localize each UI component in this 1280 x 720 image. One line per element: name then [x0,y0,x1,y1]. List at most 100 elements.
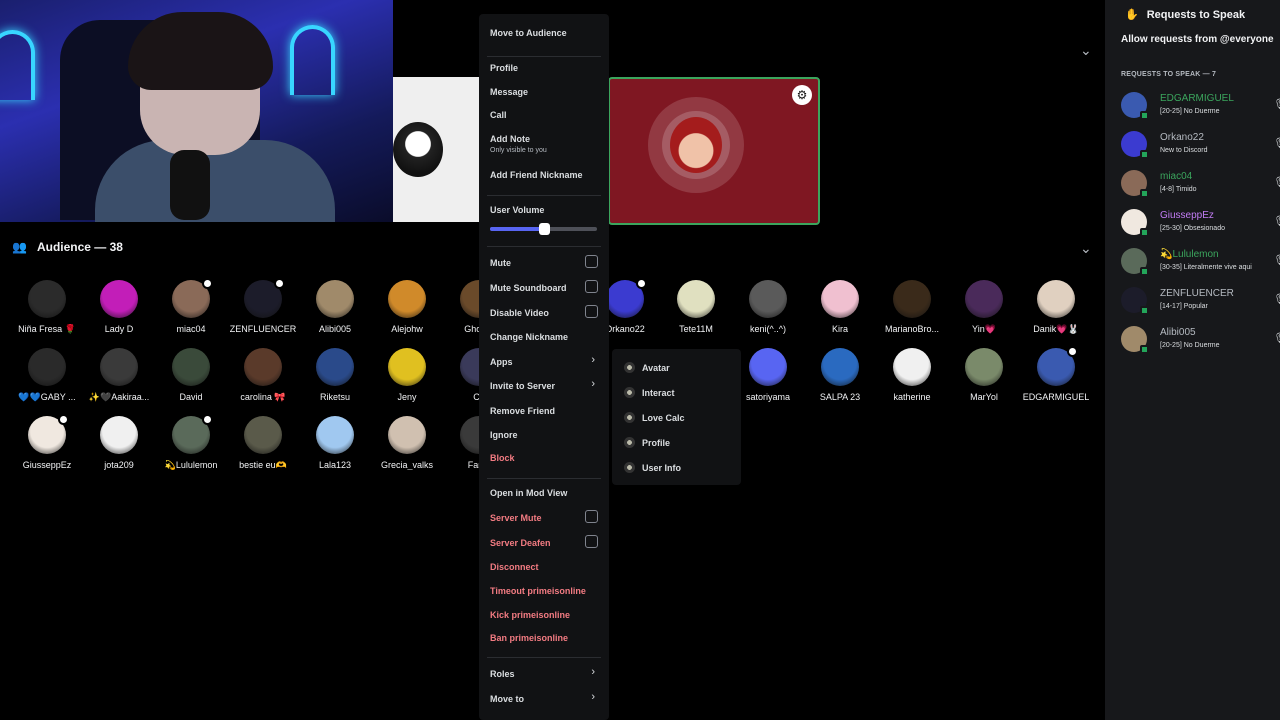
disable-video-item[interactable]: Disable Video [490,308,549,318]
avatar [1037,280,1075,318]
mute-checkbox[interactable] [585,255,598,268]
speak-request-row[interactable]: 💫Lululemon [30-35] Literalmente vive aqui… [1121,248,1280,278]
speak-request-row[interactable]: Alibi005 [20-25] No Duerme 🎙 [1121,326,1280,356]
server-mute-checkbox[interactable] [585,510,598,523]
speak-request-row[interactable]: EDGARMIGUEL [20-25] No Duerme 🎙 [1121,92,1280,122]
app-icon [624,437,635,448]
avatar [393,122,443,177]
moderator-badge-icon [1067,346,1078,357]
disable-video-checkbox[interactable] [585,305,598,318]
request-username: Alibi005 [1160,327,1196,338]
audience-member[interactable]: Alibi005 [299,280,371,334]
request-description: [30-35] Literalmente vive aqui [1160,264,1252,271]
ignore-item[interactable]: Ignore [490,430,518,440]
ban-item[interactable]: Ban primeisonline [490,633,568,643]
request-description: [4-8] Timido [1160,186,1197,193]
audience-member[interactable]: EDGARMIGUEL [1020,346,1092,402]
speaker-tile-primeisonline[interactable]: ⚙ [608,77,820,225]
call-item[interactable]: Call [490,110,507,120]
kick-item[interactable]: Kick primeisonline [490,610,570,620]
server-mute-item[interactable]: Server Mute [490,513,542,523]
audience-member[interactable]: Niña Fresa 🌹 [11,280,83,335]
audience-member[interactable]: MarYol [948,348,1020,402]
invite-to-server-item[interactable]: Invite to Server [490,381,555,391]
audience-member[interactable]: Tete11M [660,280,732,334]
audience-member[interactable]: Kira [804,280,876,334]
mic-icon[interactable]: 🎙 [1273,137,1280,150]
mic-icon[interactable]: 🎙 [1273,98,1280,111]
audience-member[interactable]: Jeny [371,348,443,402]
allow-requests-toggle[interactable]: Allow requests from @everyone [1121,34,1274,45]
request-username: GiusseppEz [1160,210,1214,221]
audience-member[interactable]: Yin💗 [948,280,1020,335]
profile-item[interactable]: Profile [490,63,518,73]
audience-member[interactable]: GiusseppEz [11,414,83,470]
app-item-interact[interactable]: Interact [624,387,675,398]
add-note-item[interactable]: Add Note Only visible to you [490,134,547,154]
server-deafen-item[interactable]: Server Deafen [490,538,551,548]
speak-request-row[interactable]: ZENFLUENCER [14-17] Popular 🎙 [1121,287,1280,317]
timeout-item[interactable]: Timeout primeisonline [490,586,586,596]
app-item-profile[interactable]: Profile [624,437,670,448]
server-deafen-checkbox[interactable] [585,535,598,548]
audience-member[interactable]: Danik💗🐰 [1020,280,1092,335]
app-item-avatar[interactable]: Avatar [624,362,670,373]
audience-member[interactable]: Lala123 [299,416,371,470]
audience-member[interactable]: carolina 🎀 [227,348,299,403]
audience-member[interactable]: jota209 [83,416,155,470]
speaker-tile-1[interactable] [393,77,479,222]
audience-member[interactable]: Grecia_valks [371,416,443,470]
disconnect-item[interactable]: Disconnect [490,562,539,572]
slider-handle[interactable] [538,223,550,235]
mute-soundboard-item[interactable]: Mute Soundboard [490,283,567,293]
mic-icon[interactable]: 🎙 [1273,176,1280,189]
mute-item[interactable]: Mute [490,258,511,268]
user-volume-slider[interactable] [490,223,597,235]
audience-member[interactable]: 💙💙GABY ... [11,348,83,403]
apps-item[interactable]: Apps [490,357,513,367]
audience-member[interactable]: MarianoBro... [876,280,948,334]
avatar [316,280,354,318]
audience-member[interactable]: Alejohw [371,280,443,334]
app-item-user-info[interactable]: User Info [624,462,681,473]
mic-icon[interactable]: 🎙 [1273,254,1280,267]
audience-member[interactable]: katherine [876,348,948,402]
change-nickname-item[interactable]: Change Nickname [490,332,568,342]
audience-member[interactable]: satoriyama [732,348,804,402]
chevron-down-icon[interactable]: ⌄ [1080,240,1092,257]
move-to-audience-item[interactable]: Move to Audience [490,28,567,38]
block-item[interactable]: Block [490,453,515,463]
speak-request-row[interactable]: Orkano22 New to Discord 🎙 [1121,131,1280,161]
move-to-item[interactable]: Move to [490,694,524,704]
audience-member[interactable]: bestie eu🫶 [227,416,299,471]
avatar [316,348,354,386]
audience-member[interactable]: Lady D [83,280,155,334]
add-friend-nickname-item[interactable]: Add Friend Nickname [490,170,583,180]
mute-soundboard-checkbox[interactable] [585,280,598,293]
speak-request-row[interactable]: GiusseppEz [25-30] Obsesionado 🎙 [1121,209,1280,239]
audience-member[interactable]: David [155,348,227,402]
open-in-mod-view-item[interactable]: Open in Mod View [490,488,567,498]
audience-member[interactable]: 💫Lululemon [155,414,227,471]
mic-icon[interactable]: 🎙 [1273,215,1280,228]
chevron-right-icon: › [591,378,595,390]
audience-member[interactable]: ✨🖤Aakiraa... [83,348,155,403]
audience-member-name: katherine [893,392,931,402]
mic-icon[interactable]: 🎙 [1273,293,1280,306]
chevron-down-icon[interactable]: ⌄ [1080,42,1092,59]
mic-icon[interactable]: 🎙 [1273,332,1280,345]
message-item[interactable]: Message [490,87,528,97]
speak-request-row[interactable]: miac04 [4-8] Timido 🎙 [1121,170,1280,200]
audience-member[interactable]: miac04 [155,278,227,334]
avatar [100,348,138,386]
roles-item[interactable]: Roles [490,669,515,679]
audience-member[interactable]: ZENFLUENCER [227,278,299,334]
audience-member[interactable]: SALPA 23 [804,348,876,402]
audience-member-name: David [179,392,203,402]
app-item-love-calc[interactable]: Love Calc [624,412,685,423]
audience-member-name: Danik💗🐰 [1033,324,1079,334]
audience-member[interactable]: Riketsu [299,348,371,402]
audience-member-name: Lala123 [318,460,352,470]
remove-friend-item[interactable]: Remove Friend [490,406,555,416]
audience-member[interactable]: keni(^..^) [732,280,804,334]
